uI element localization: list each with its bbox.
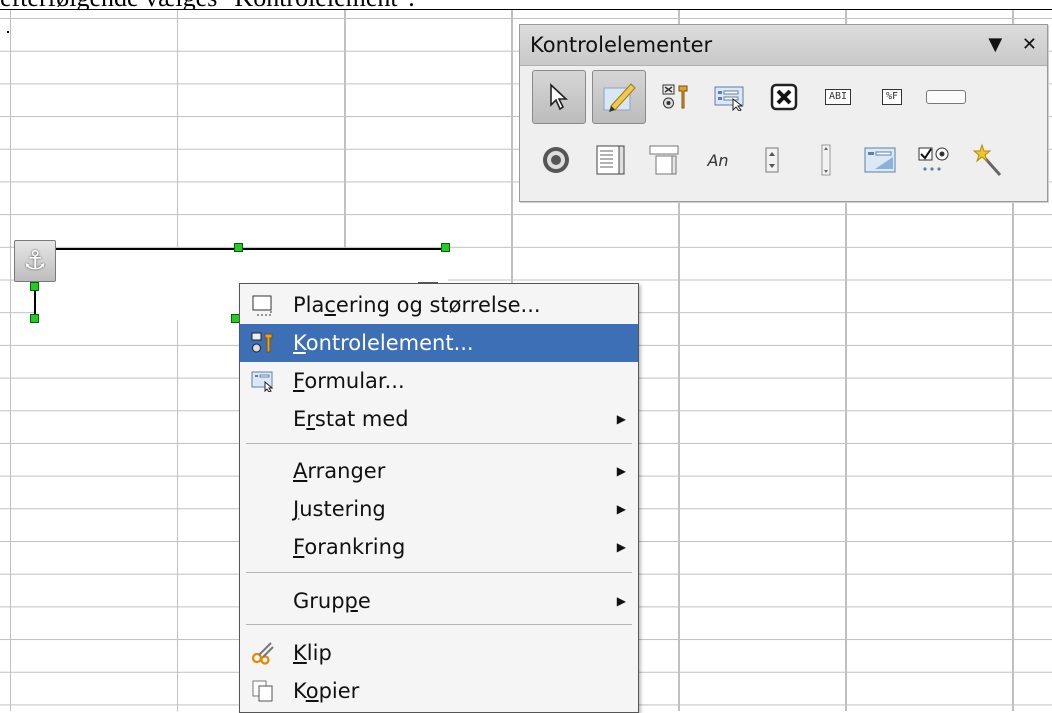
resize-handle-bottom-left[interactable]: [30, 314, 39, 323]
close-icon[interactable]: ✕: [1022, 34, 1037, 55]
menu-item-cut[interactable]: Klip: [240, 634, 638, 672]
design-mode-icon[interactable]: [592, 70, 646, 124]
scissors-icon: [250, 640, 276, 666]
menu-item-alignment[interactable]: Justering ▶: [240, 490, 638, 528]
form-icon: [250, 368, 276, 394]
submenu-arrow-icon: ▶: [616, 412, 626, 426]
position-size-icon: [250, 292, 276, 318]
control-dropdown-edge: [418, 262, 438, 284]
resize-handle-left[interactable]: [30, 282, 39, 291]
menu-separator: [246, 572, 632, 573]
form-properties-icon[interactable]: [706, 70, 754, 124]
menu-item-control-properties[interactable]: Kontrolelement...: [240, 324, 638, 362]
controls-toolbar[interactable]: Kontrolelementer ▼ ✕ ABI %F An: [519, 24, 1048, 202]
context-menu[interactable]: Placering og størrelse... Kontrolelement…: [239, 283, 639, 713]
menu-item-position-size[interactable]: Placering og størrelse...: [240, 286, 638, 324]
group-box-icon[interactable]: [910, 133, 958, 187]
column-divider: [10, 10, 11, 711]
combo-box-icon[interactable]: [640, 133, 688, 187]
submenu-arrow-icon: ▶: [616, 502, 626, 516]
form-design-icon[interactable]: [856, 133, 904, 187]
label-field-icon[interactable]: An: [694, 133, 742, 187]
menu-item-arrange[interactable]: Arranger ▶: [240, 452, 638, 490]
menu-item-copy[interactable]: Kopier: [240, 672, 638, 710]
scrollbar-icon[interactable]: [802, 133, 850, 187]
submenu-arrow-icon: ▶: [616, 594, 626, 608]
option-button-icon[interactable]: [532, 133, 580, 187]
menu-item-group[interactable]: Gruppe ▶: [240, 582, 638, 620]
toolbar-title: Kontrolelementer: [530, 33, 713, 57]
wizard-icon[interactable]: [964, 133, 1012, 187]
push-button-icon[interactable]: [922, 70, 970, 124]
menu-item-replace-with[interactable]: Erstat med ▶: [240, 400, 638, 438]
resize-handle-top[interactable]: [234, 243, 243, 252]
menu-item-form[interactable]: Formular...: [240, 362, 638, 400]
submenu-arrow-icon: ▶: [616, 464, 626, 478]
text-box-icon[interactable]: ABI: [814, 70, 862, 124]
menu-item-anchor[interactable]: Forankring ▶: [240, 528, 638, 566]
formatted-field-icon[interactable]: %F: [868, 70, 916, 124]
copy-icon: [250, 678, 276, 704]
spin-button-icon[interactable]: [748, 133, 796, 187]
control-properties-icon: [250, 330, 276, 356]
submenu-arrow-icon: ▶: [616, 540, 626, 554]
column-divider: [177, 10, 178, 711]
menu-separator: [246, 443, 632, 444]
menu-separator: [246, 624, 632, 625]
select-icon[interactable]: [532, 70, 586, 124]
anchor-icon[interactable]: ⚓: [14, 240, 56, 282]
toolbar-titlebar[interactable]: Kontrolelementer ▼ ✕: [520, 25, 1047, 66]
control-properties-icon[interactable]: [652, 70, 700, 124]
list-box-icon[interactable]: [586, 133, 634, 187]
triangle-down-icon[interactable]: ▼: [988, 34, 1002, 55]
resize-handle-top-right[interactable]: [441, 243, 450, 252]
checkbox-x-icon[interactable]: [760, 70, 808, 124]
